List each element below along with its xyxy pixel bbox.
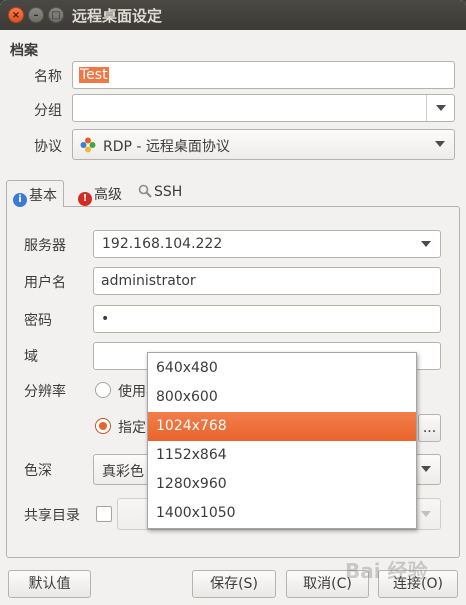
domain-label: 域 <box>24 349 38 365</box>
username-value: administrator <box>101 273 196 289</box>
resolution-option[interactable]: 1400x1050 <box>148 499 416 528</box>
chevron-down-icon <box>436 105 446 111</box>
remote-desktop-dialog: × – □ 远程桌面设定 档案 名称 Test 分组 协议 RDP - 远程桌面… <box>0 0 466 605</box>
protocol-label: 协议 <box>34 139 62 155</box>
rdp-icon <box>80 137 96 153</box>
chevron-down-icon <box>421 466 431 472</box>
resolution-custom-label: 指定 <box>118 420 146 436</box>
server-label: 服务器 <box>24 238 66 254</box>
password-value: • <box>101 311 110 327</box>
protocol-dropdown-button[interactable] <box>426 130 454 159</box>
resolution-option[interactable]: 1280x960 <box>148 470 416 499</box>
password-label: 密码 <box>24 313 52 329</box>
resolution-client-radio[interactable] <box>95 382 111 398</box>
resolution-option[interactable]: 800x600 <box>148 383 416 412</box>
tab-ssh-label: SSH <box>154 184 183 200</box>
resolution-dropdown-menu: 640x480 800x600 1024x768 1152x864 1280x9… <box>147 352 417 529</box>
default-button[interactable]: 默认值 <box>8 570 91 598</box>
window-title: 远程桌面设定 <box>72 7 163 25</box>
info-icon: i <box>13 193 27 207</box>
warning-icon: ! <box>78 192 92 206</box>
chevron-down-icon <box>435 141 445 147</box>
protocol-combo[interactable]: RDP - 远程桌面协议 <box>72 129 455 160</box>
chevron-down-icon <box>421 511 431 517</box>
close-button[interactable]: × <box>8 7 24 23</box>
tab-basic[interactable]: i 基本 <box>6 180 64 207</box>
protocol-value: RDP - 远程桌面协议 <box>103 139 230 155</box>
minimize-button[interactable]: – <box>28 7 44 23</box>
name-field[interactable]: Test <box>72 61 455 89</box>
resolution-option[interactable]: 1152x864 <box>148 441 416 470</box>
share-folder-label: 共享目录 <box>24 508 80 524</box>
tab-ssh[interactable]: SSH <box>132 180 188 206</box>
share-folder-checkbox[interactable] <box>96 506 112 522</box>
profile-section-title: 档案 <box>10 43 38 59</box>
password-field[interactable]: • <box>93 305 441 333</box>
group-combo[interactable] <box>72 94 455 122</box>
group-dropdown-button[interactable] <box>426 95 454 121</box>
save-button[interactable]: 保存(S) <box>192 570 276 598</box>
color-depth-label: 色深 <box>24 463 52 479</box>
resolution-custom-radio[interactable] <box>95 418 111 434</box>
server-value: 192.168.104.222 <box>102 236 223 252</box>
server-combo[interactable]: 192.168.104.222 <box>93 230 441 258</box>
name-value: Test <box>79 67 109 83</box>
server-dropdown-button[interactable] <box>412 231 440 257</box>
resolution-label: 分辨率 <box>24 384 66 400</box>
maximize-button[interactable]: □ <box>48 7 64 23</box>
username-label: 用户名 <box>24 275 66 291</box>
tab-advanced[interactable]: ! 高级 <box>72 180 128 206</box>
resolution-option-selected[interactable]: 1024x768 <box>148 412 416 441</box>
magnifier-icon <box>138 184 152 198</box>
tab-basic-label: 基本 <box>29 188 57 204</box>
username-field[interactable]: administrator <box>93 267 441 295</box>
name-label: 名称 <box>34 69 62 85</box>
chevron-down-icon <box>421 241 431 247</box>
title-bar: × – □ 远程桌面设定 <box>0 0 466 30</box>
resolution-list-button[interactable]: ... <box>418 414 441 442</box>
tab-advanced-label: 高级 <box>94 187 122 203</box>
resolution-option[interactable]: 640x480 <box>148 354 416 383</box>
group-label: 分组 <box>34 103 62 119</box>
watermark: Bai 经验 <box>345 559 428 583</box>
